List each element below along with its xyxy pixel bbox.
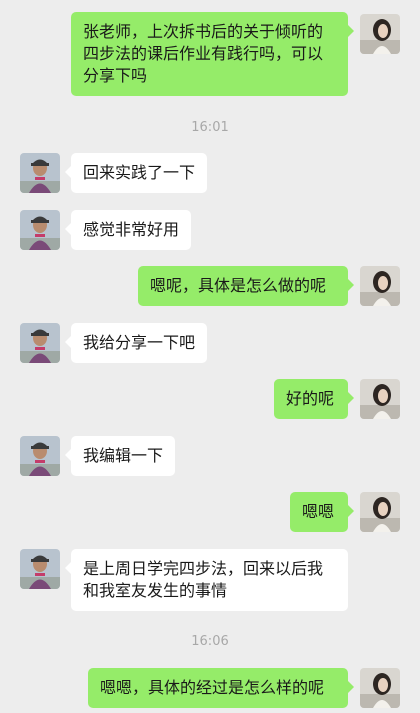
message-text: 是上周日学完四步法，回来以后我和我室友发生的事情 xyxy=(83,559,324,600)
message-bubble[interactable]: 张老师，上次拆书后的关于倾听的四步法的课后作业有践行吗，可以分享下吗 xyxy=(71,12,354,96)
my-avatar-icon[interactable] xyxy=(360,266,400,306)
message-text: 嗯嗯，具体的经过是怎么样的呢 xyxy=(100,678,325,697)
message-bubble[interactable]: 嗯嗯 xyxy=(290,492,354,532)
their-avatar-icon[interactable] xyxy=(20,323,60,363)
message-text: 好的呢 xyxy=(286,389,335,408)
message-bubble[interactable]: 嗯嗯，具体的经过是怎么样的呢 xyxy=(88,668,354,708)
message-bubble[interactable]: 嗯呢，具体是怎么做的呢 xyxy=(138,266,354,306)
message-text: 我给分享一下吧 xyxy=(83,333,196,352)
chat-area: 张老师，上次拆书后的关于倾听的四步法的课后作业有践行吗，可以分享下吗 16:01 xyxy=(0,0,420,713)
message-bubble[interactable]: 好的呢 xyxy=(274,379,354,419)
their-avatar-icon[interactable] xyxy=(20,153,60,193)
message-text: 回来实践了一下 xyxy=(83,163,196,182)
message-bubble[interactable]: 回来实践了一下 xyxy=(65,153,208,193)
timestamp: 16:06 xyxy=(191,634,229,649)
my-avatar-icon[interactable] xyxy=(360,492,400,532)
their-avatar-icon[interactable] xyxy=(20,436,60,476)
message-bubble[interactable]: 我给分享一下吧 xyxy=(65,323,208,363)
message-bubble[interactable]: 我编辑一下 xyxy=(65,436,176,476)
message-text: 嗯嗯 xyxy=(302,502,335,521)
message-text: 嗯呢，具体是怎么做的呢 xyxy=(150,276,327,295)
message-text: 我编辑一下 xyxy=(83,446,164,465)
my-avatar-icon[interactable] xyxy=(360,379,400,419)
message-text: 感觉非常好用 xyxy=(83,220,180,239)
my-avatar-icon[interactable] xyxy=(360,14,400,54)
their-avatar-icon[interactable] xyxy=(20,549,60,589)
message-bubble[interactable]: 是上周日学完四步法，回来以后我和我室友发生的事情 xyxy=(65,549,348,611)
message-text: 张老师，上次拆书后的关于倾听的四步法的课后作业有践行吗，可以分享下吗 xyxy=(83,22,324,85)
timestamp: 16:01 xyxy=(191,120,229,135)
my-avatar-icon[interactable] xyxy=(360,668,400,708)
message-bubble[interactable]: 感觉非常好用 xyxy=(65,210,192,250)
their-avatar-icon[interactable] xyxy=(20,210,60,250)
